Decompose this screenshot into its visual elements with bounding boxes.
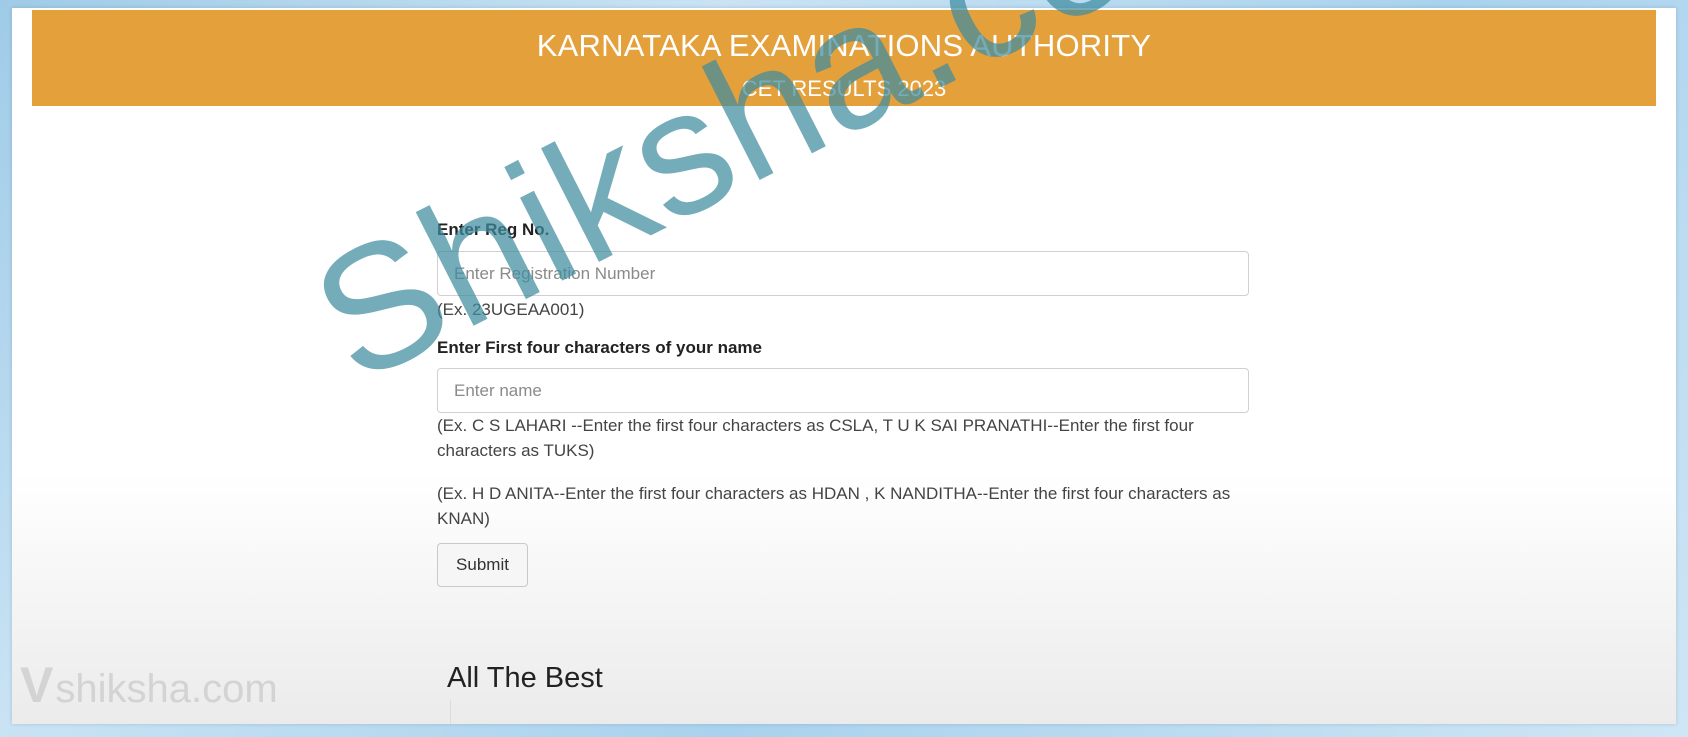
submit-button[interactable]: Submit — [437, 543, 528, 587]
divider — [450, 700, 451, 724]
all-the-best-message: All The Best — [447, 662, 603, 694]
name-help-example-1: (Ex. C S LAHARI --Enter the first four c… — [437, 416, 1194, 460]
page-header: KARNATAKA EXAMINATIONS AUTHORITY CET RES… — [32, 10, 1656, 106]
reg-no-input[interactable] — [437, 251, 1249, 296]
name-input[interactable] — [437, 368, 1249, 413]
page-subtitle: CET RESULTS 2023 — [741, 76, 947, 101]
name-label: Enter First four characters of your name — [437, 338, 762, 357]
result-form: Enter Reg No. (Ex. 23UGEAA001) Enter Fir… — [437, 220, 1249, 587]
name-help-example-2: (Ex. H D ANITA--Enter the first four cha… — [437, 484, 1231, 528]
reg-no-label: Enter Reg No. — [437, 220, 550, 239]
page-title: KARNATAKA EXAMINATIONS AUTHORITY — [536, 28, 1152, 63]
reg-no-help: (Ex. 23UGEAA001) — [437, 300, 585, 319]
